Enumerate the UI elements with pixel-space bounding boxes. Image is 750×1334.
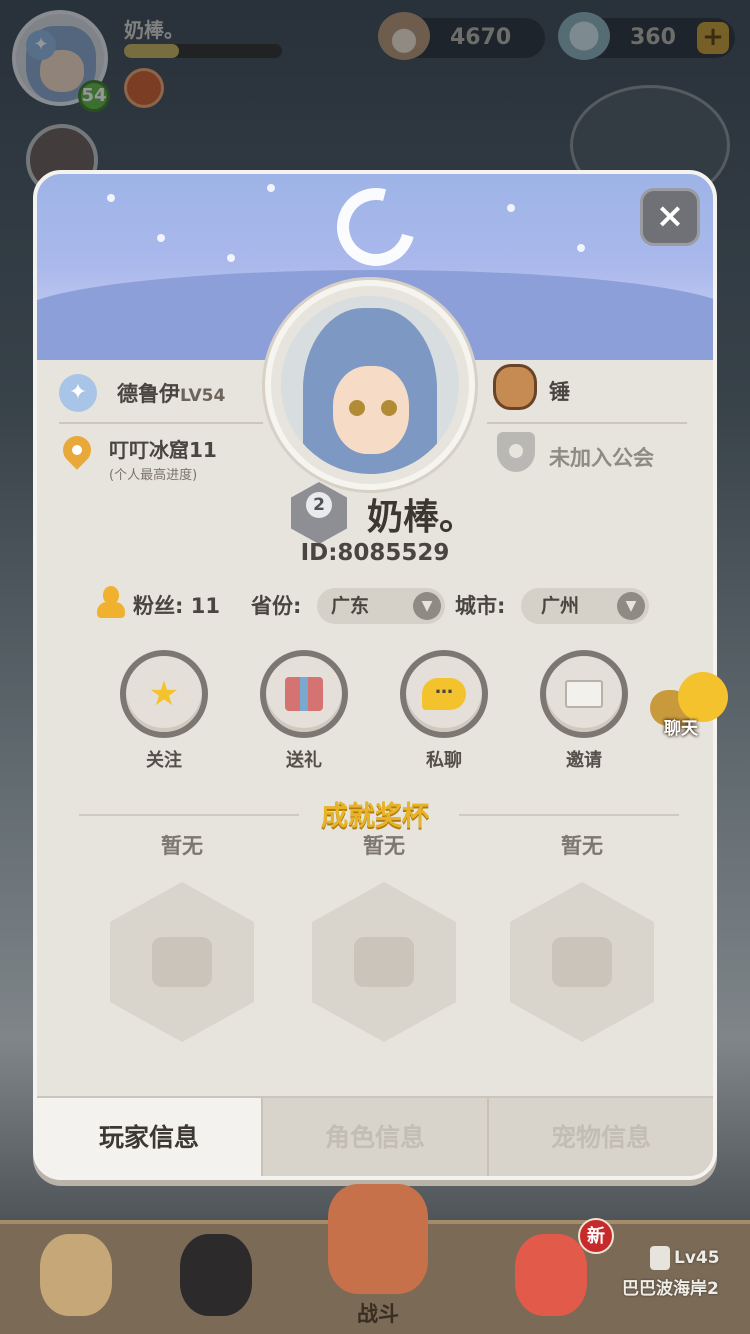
snowflake	[107, 194, 115, 202]
player-name: 奶棒。	[367, 497, 476, 538]
city-select[interactable]: 广州 ▼	[521, 588, 649, 624]
divider	[487, 422, 687, 424]
city-label: 城市:	[455, 594, 506, 618]
pet-name: 锤	[549, 380, 570, 404]
pet-dino-icon	[515, 1234, 587, 1316]
nav-character-1[interactable]	[20, 1224, 130, 1334]
city-value: 广州	[541, 595, 580, 617]
fans-person-icon	[97, 586, 125, 618]
pet-icon	[493, 364, 537, 410]
trophy-empty-label: 暂无	[561, 834, 603, 858]
rank-number: 2	[306, 492, 332, 518]
follow-label: 关注	[146, 750, 182, 771]
class-label: 德鲁伊LV54	[117, 378, 225, 408]
empty-trophy-hexagon-icon	[312, 882, 456, 1042]
snowflake	[157, 234, 165, 242]
tab-pet-info[interactable]: 宠物信息	[489, 1098, 713, 1176]
locked-area-name: 巴巴波海岸2	[622, 1279, 719, 1299]
character-icon	[180, 1234, 252, 1316]
close-button[interactable]: ×	[640, 188, 700, 246]
rank-badge-icon: 2	[291, 482, 347, 544]
province-value: 广东	[331, 595, 370, 617]
bottom-nav: 战斗 Lv45 巴巴波海岸2	[0, 1184, 750, 1334]
portrait-image	[281, 296, 459, 474]
portrait-eye	[349, 400, 365, 416]
nav-locked-area[interactable]: Lv45 巴巴波海岸2	[620, 1224, 750, 1334]
druid-class-icon: ✦	[59, 374, 97, 412]
battle-mask-icon	[328, 1184, 428, 1294]
nav-battle[interactable]: 战斗	[318, 1184, 428, 1334]
portrait-face	[333, 366, 409, 454]
snowflake	[267, 184, 275, 192]
province-label: 省份:	[251, 594, 302, 618]
player-profile-dialog: × ✦ 德鲁伊LV54 叮叮冰窟11 (个人最高进度) 锤 未加入公会 2 奶棒…	[33, 170, 717, 1180]
portrait-eye	[381, 400, 397, 416]
star-icon: ★	[148, 674, 180, 714]
empty-trophy-hexagon-icon	[110, 882, 254, 1042]
section-divider-right	[459, 814, 679, 816]
follow-button[interactable]: ★ 关注	[119, 650, 209, 772]
banner-moon-emblem	[322, 174, 430, 281]
trophy-slot: 暂无	[507, 830, 657, 1042]
snowflake	[507, 204, 515, 212]
new-badge: 新	[578, 1218, 614, 1254]
profile-portrait	[265, 280, 475, 490]
fans-count: 粉丝: 11	[133, 594, 220, 618]
chat-bubble-icon: …	[422, 678, 466, 710]
location-pin-icon	[57, 430, 97, 476]
trophy-empty-label: 暂无	[363, 834, 405, 858]
chat-label: 聊天	[664, 719, 698, 739]
chat-float-button[interactable]: 聊天	[650, 672, 740, 742]
province-select[interactable]: 广东 ▼	[317, 588, 445, 624]
private-chat-button[interactable]: … 私聊	[399, 650, 489, 772]
battle-label: 战斗	[357, 1302, 399, 1326]
nav-character-2[interactable]	[160, 1224, 270, 1334]
trophy-empty-label: 暂无	[161, 834, 203, 858]
lock-icon	[650, 1246, 670, 1270]
profile-tabs: 玩家信息 角色信息 宠物信息	[37, 1096, 713, 1176]
invite-button[interactable]: 邀请	[539, 650, 629, 772]
tab-player-info[interactable]: 玩家信息	[37, 1098, 263, 1176]
class-level: LV54	[180, 386, 226, 406]
gift-icon	[285, 677, 323, 711]
snowflake	[577, 244, 585, 252]
locked-level: Lv45	[674, 1248, 720, 1268]
invite-label: 邀请	[566, 750, 602, 771]
tab-character-info[interactable]: 角色信息	[263, 1098, 489, 1176]
send-gift-label: 送礼	[286, 750, 322, 771]
private-chat-label: 私聊	[426, 750, 462, 771]
envelope-icon	[565, 680, 603, 708]
send-gift-button[interactable]: 送礼	[259, 650, 349, 772]
guild-shield-icon	[497, 432, 535, 472]
chevron-down-icon: ▼	[413, 592, 441, 620]
location-note: (个人最高进度)	[109, 468, 198, 483]
empty-trophy-hexagon-icon	[510, 882, 654, 1042]
divider	[59, 422, 263, 424]
chevron-down-icon: ▼	[617, 592, 645, 620]
trophy-slot: 暂无	[107, 830, 257, 1042]
snowflake	[227, 254, 235, 262]
player-id: ID:8085529	[300, 540, 450, 566]
character-icon	[40, 1234, 112, 1316]
guild-status: 未加入公会	[549, 446, 654, 470]
location-name: 叮叮冰窟11	[109, 438, 217, 462]
class-name: 德鲁伊	[117, 382, 180, 406]
trophy-slot: 暂无	[309, 830, 459, 1042]
